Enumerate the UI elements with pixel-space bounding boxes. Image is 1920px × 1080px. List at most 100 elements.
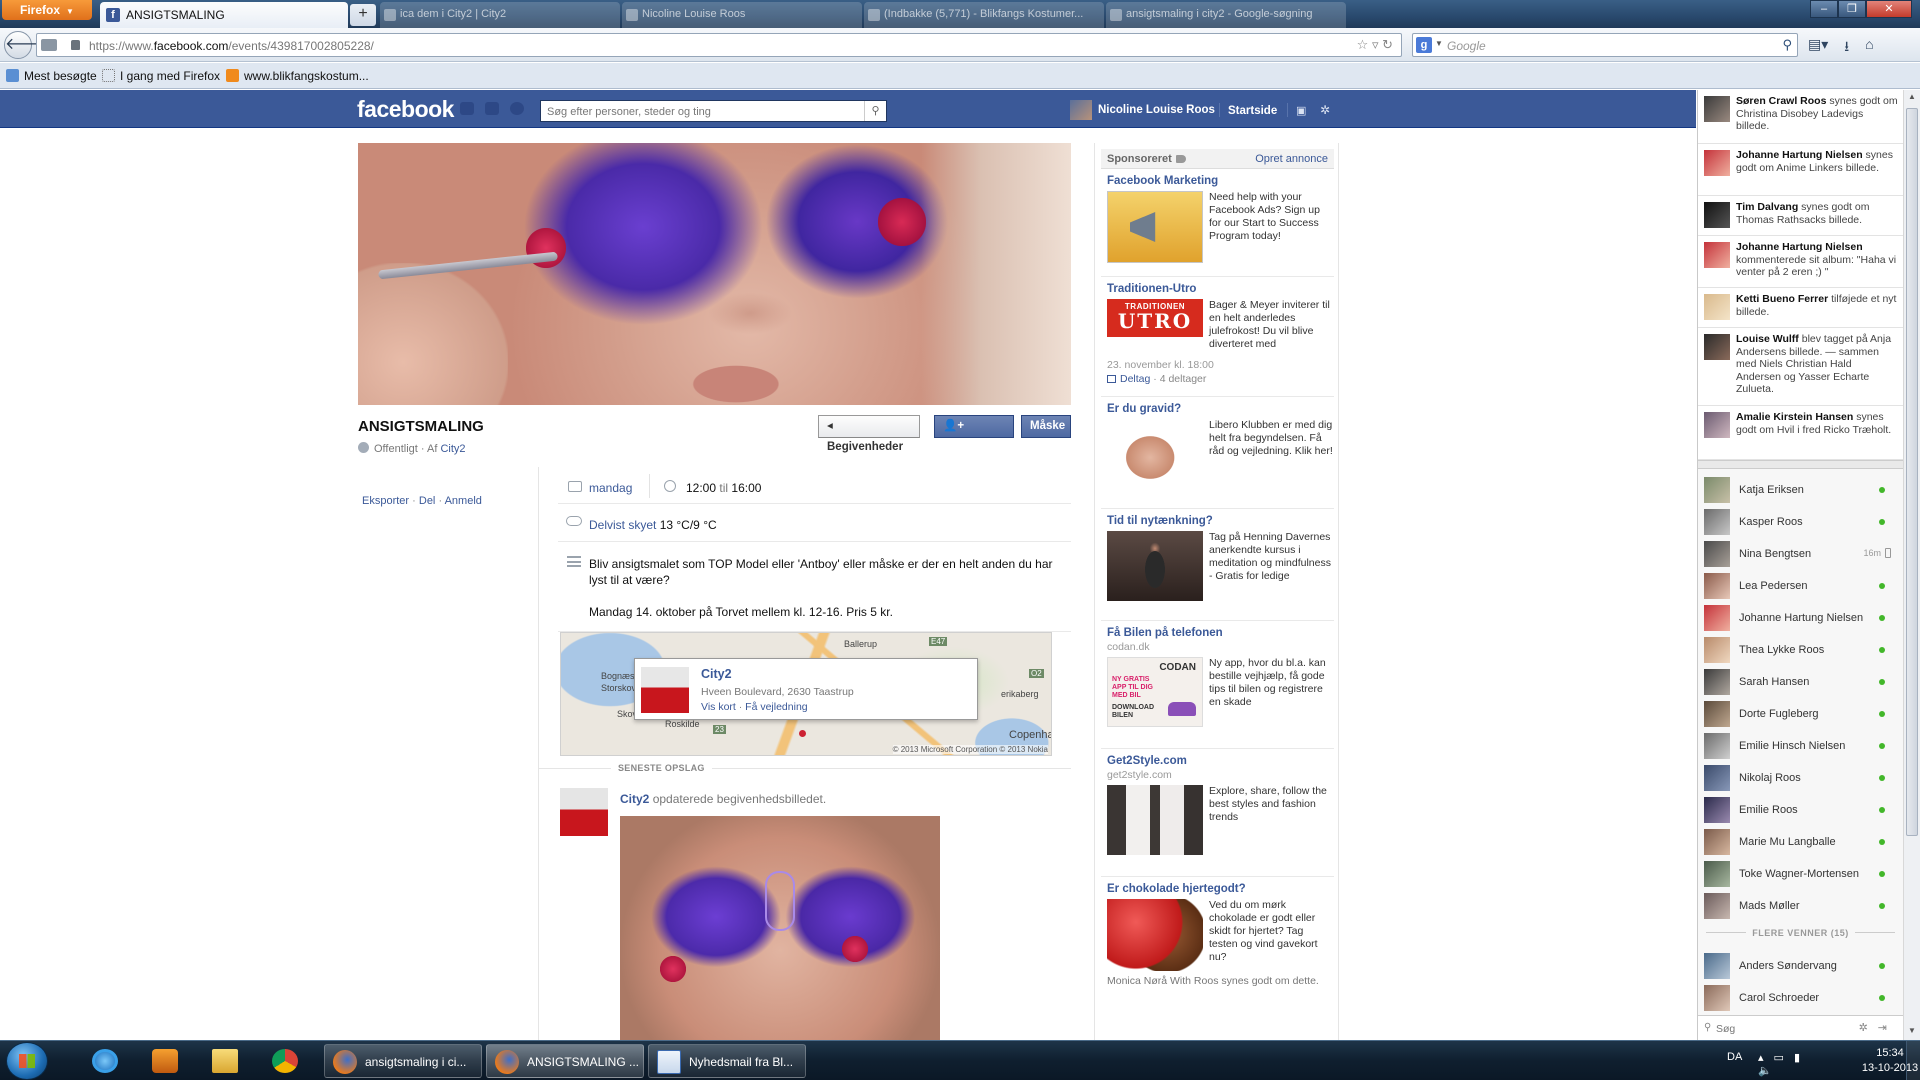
taskbar-window[interactable]: ansigtsmaling i ci... <box>324 1044 482 1078</box>
scroll-down-icon[interactable]: ▼ <box>1906 1026 1918 1038</box>
chat-friend[interactable]: Mads Møller <box>1698 890 1903 922</box>
ticker-item[interactable]: Tim Dalvang synes godt om Thomas Rathsac… <box>1698 196 1903 236</box>
ad-title[interactable]: Få Bilen på telefonen <box>1107 627 1223 639</box>
bookmarks-menu-icon[interactable]: ▤▾ <box>1808 36 1828 60</box>
new-tab-button[interactable]: + <box>350 4 376 26</box>
ticker-item[interactable]: Amalie Kirstein Hansen synes godt om Hvi… <box>1698 406 1903 460</box>
tab-background[interactable]: Nicoline Louise Roos <box>622 2 862 28</box>
post-author-avatar[interactable] <box>560 788 608 836</box>
tab-background[interactable]: ansigtsmaling i city2 - Google-søgning <box>1106 2 1346 28</box>
scrollbar-thumb[interactable] <box>1906 108 1918 836</box>
chevron-down-icon[interactable]: ▼ <box>1435 39 1443 48</box>
ad-item[interactable]: Tid til nytænkning? Tag på Henning Daver… <box>1101 509 1334 621</box>
chat-friend[interactable]: Lea Pedersen <box>1698 570 1903 602</box>
ad-item[interactable]: Get2Style.com get2style.com Explore, sha… <box>1101 749 1334 877</box>
dropdown-arrow-icon[interactable]: ▿ <box>1372 37 1379 52</box>
volume-icon[interactable]: 🔈 <box>1758 1065 1782 1077</box>
ticker-resize-handle[interactable] <box>1698 460 1903 469</box>
bookmark-getting-started[interactable]: I gang med Firefox <box>102 69 220 83</box>
chat-friend[interactable]: Carol Schroeder <box>1698 982 1903 1014</box>
site-identity-icon[interactable] <box>41 39 57 51</box>
share-link[interactable]: Del <box>419 495 436 507</box>
gear-icon[interactable]: ✲ <box>1859 1022 1878 1034</box>
minimize-icon[interactable]: – <box>1810 0 1838 18</box>
pop-out-icon[interactable]: ⇥ <box>1878 1022 1897 1034</box>
taskbar-window-active[interactable]: ANSIGTSMALING ... <box>486 1044 644 1078</box>
chat-friend[interactable]: Kasper Roos <box>1698 506 1903 538</box>
url-bar[interactable]: https://www.facebook.com/events/43981700… <box>36 33 1402 57</box>
ad-title[interactable]: Er du gravid? <box>1107 403 1181 415</box>
ad-image[interactable] <box>1107 531 1203 601</box>
ad-title[interactable]: Traditionen-Utro <box>1107 283 1196 295</box>
network-icon[interactable]: ▭ <box>1774 1052 1794 1064</box>
pinned-explorer[interactable] <box>198 1044 252 1078</box>
chat-friend[interactable]: Thea Lykke Roos <box>1698 634 1903 666</box>
messages-icon[interactable] <box>485 102 499 115</box>
ad-title[interactable]: Tid til nytænkning? <box>1107 515 1213 527</box>
bookmark-star-icon[interactable]: ☆ <box>1357 37 1369 52</box>
search-icon[interactable]: ⚲ <box>1782 37 1792 53</box>
ad-image[interactable] <box>1107 785 1203 855</box>
ticker-item[interactable]: Louise Wulff blev tagget på Anja Anderse… <box>1698 328 1903 406</box>
scroll-up-icon[interactable]: ▲ <box>1906 92 1918 104</box>
create-ad-link[interactable]: Opret annonce <box>1255 153 1328 165</box>
friend-requests-icon[interactable] <box>460 102 474 115</box>
tab-active[interactable]: f ANSIGTSMALING <box>100 2 348 28</box>
tab-background[interactable]: ica dem i City2 | City2 <box>380 2 620 28</box>
ad-title[interactable]: Er chokolade hjertegodt? <box>1107 883 1246 895</box>
event-day-link[interactable]: mandag <box>589 481 632 495</box>
ad-title[interactable]: Facebook Marketing <box>1107 175 1218 187</box>
show-map-link[interactable]: Vis kort <box>701 701 736 713</box>
ad-item[interactable]: Facebook Marketing Need help with your F… <box>1101 169 1334 277</box>
join-button[interactable]: 👤+ Tilmeld <box>934 415 1014 453</box>
weather-link[interactable]: Delvist skyet <box>589 518 656 532</box>
start-button[interactable] <box>6 1042 48 1080</box>
ad-item[interactable]: Traditionen-Utro TRADITIONEN UTRO Bager &… <box>1101 277 1334 397</box>
show-desktop-button[interactable] <box>1906 1041 1920 1080</box>
ad-image[interactable]: TRADITIONEN UTRO <box>1107 299 1203 337</box>
chat-friend[interactable]: Toke Wagner-Mortensen <box>1698 858 1903 890</box>
google-icon[interactable]: g <box>1416 37 1432 53</box>
chat-friend[interactable]: Sarah Hansen <box>1698 666 1903 698</box>
chat-friend[interactable]: Nina Bengtsen 16m <box>1698 538 1903 570</box>
pinned-chrome[interactable] <box>258 1044 312 1078</box>
ad-image[interactable]: CODAN NY GRATIS APP TIL DIG MED BIL DOWN… <box>1107 657 1203 727</box>
export-link[interactable]: Eksporter <box>362 495 409 507</box>
taskbar-window[interactable]: Nyhedsmail fra Bl... <box>648 1044 806 1078</box>
downloads-icon[interactable]: ⭳ <box>1844 36 1849 60</box>
language-indicator[interactable]: DA <box>1727 1051 1742 1063</box>
ad-image[interactable] <box>1107 419 1203 489</box>
chat-friend[interactable]: Nikolaj Roos <box>1698 762 1903 794</box>
ticker-item[interactable]: Johanne Hartung Nielsen kommenterede sit… <box>1698 236 1903 288</box>
join-event-link[interactable]: Deltag <box>1120 373 1150 385</box>
post-author-link[interactable]: City2 <box>620 792 649 806</box>
report-link[interactable]: Anmeld <box>445 495 482 507</box>
chat-friend[interactable]: Katja Eriksen <box>1698 474 1903 506</box>
place-name-link[interactable]: City2 <box>701 667 732 681</box>
ad-item[interactable]: Få Bilen på telefonen codan.dk CODAN NY … <box>1101 621 1334 749</box>
show-hidden-icons-icon[interactable]: ▴ <box>1758 1052 1774 1064</box>
event-cover-photo[interactable] <box>358 143 1071 405</box>
firefox-menu-button[interactable]: Firefox ▼ <box>2 0 92 20</box>
ad-image[interactable] <box>1107 191 1203 263</box>
map-pin-icon[interactable] <box>799 730 806 737</box>
ad-image[interactable] <box>1107 899 1203 971</box>
page-scrollbar[interactable]: ▲ ▼ <box>1903 90 1920 1040</box>
home-icon[interactable]: ⌂ <box>1865 36 1873 60</box>
notifications-globe-icon[interactable] <box>510 102 524 115</box>
signal-icon[interactable]: ▮ <box>1794 1052 1810 1064</box>
maybe-button[interactable]: Måske <box>1021 415 1071 438</box>
ad-item[interactable]: Er chokolade hjertegodt? Ved du om mørk … <box>1101 877 1334 989</box>
gear-icon[interactable]: ✲ <box>1320 103 1330 117</box>
bookmark-most-visited[interactable]: Mest besøgte <box>6 69 97 83</box>
post-photo[interactable] <box>620 816 940 1040</box>
chat-friend[interactable]: Marie Mu Langballe <box>1698 826 1903 858</box>
pinned-ie[interactable] <box>78 1044 132 1078</box>
ticker-item[interactable]: Johanne Hartung Nielsen synes godt om An… <box>1698 144 1903 196</box>
ad-title[interactable]: Get2Style.com <box>1107 755 1187 767</box>
chat-friend[interactable]: Dorte Fugleberg <box>1698 698 1903 730</box>
host-link[interactable]: City2 <box>440 443 465 455</box>
chat-friend[interactable]: Emilie Roos <box>1698 794 1903 826</box>
back-button[interactable]: 🡐 <box>4 31 48 59</box>
tab-background[interactable]: (Indbakke (5,771) - Blikfangs Kostumer..… <box>864 2 1104 28</box>
